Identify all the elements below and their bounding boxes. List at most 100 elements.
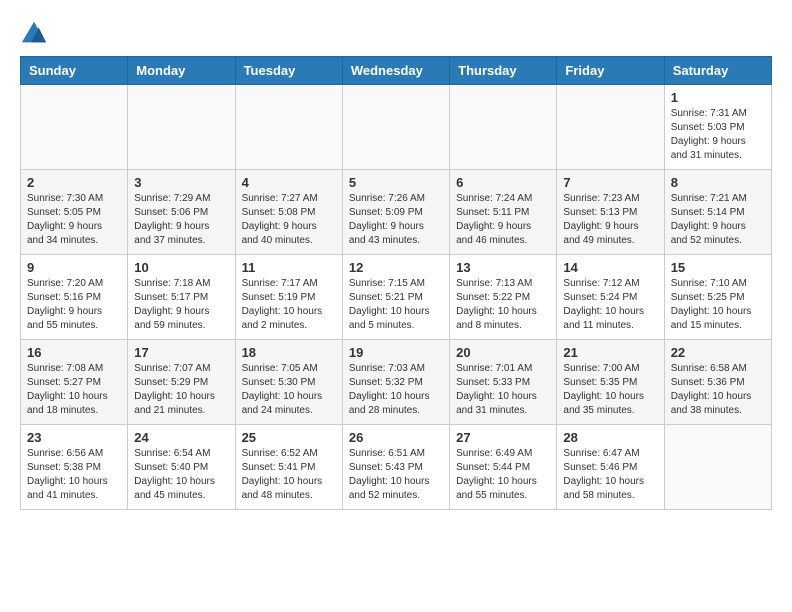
- logo-icon: [20, 20, 48, 48]
- day-info: Sunrise: 7:21 AM Sunset: 5:14 PM Dayligh…: [671, 192, 765, 248]
- day-info: Sunrise: 7:08 AM Sunset: 5:27 PM Dayligh…: [27, 362, 121, 418]
- day-cell: 20 Sunrise: 7:01 AM Sunset: 5:33 PM Dayli…: [450, 340, 557, 425]
- day-cell: 4 Sunrise: 7:27 AM Sunset: 5:08 PM Daylig…: [235, 170, 342, 255]
- day-info: Sunrise: 7:00 AM Sunset: 5:35 PM Dayligh…: [563, 362, 657, 418]
- week-row-4: 16 Sunrise: 7:08 AM Sunset: 5:27 PM Dayli…: [21, 340, 772, 425]
- day-number: 23: [27, 430, 121, 445]
- day-cell: 10 Sunrise: 7:18 AM Sunset: 5:17 PM Dayli…: [128, 255, 235, 340]
- day-info: Sunrise: 6:47 AM Sunset: 5:46 PM Dayligh…: [563, 447, 657, 503]
- day-info: Sunrise: 7:17 AM Sunset: 5:19 PM Dayligh…: [242, 277, 336, 333]
- day-cell: 17 Sunrise: 7:07 AM Sunset: 5:29 PM Dayli…: [128, 340, 235, 425]
- day-cell: 13 Sunrise: 7:13 AM Sunset: 5:22 PM Dayli…: [450, 255, 557, 340]
- day-number: 26: [349, 430, 443, 445]
- calendar: SundayMondayTuesdayWednesdayThursdayFrid…: [20, 56, 772, 510]
- day-info: Sunrise: 6:56 AM Sunset: 5:38 PM Dayligh…: [27, 447, 121, 503]
- day-info: Sunrise: 6:52 AM Sunset: 5:41 PM Dayligh…: [242, 447, 336, 503]
- day-info: Sunrise: 7:30 AM Sunset: 5:05 PM Dayligh…: [27, 192, 121, 248]
- day-number: 9: [27, 260, 121, 275]
- day-info: Sunrise: 6:58 AM Sunset: 5:36 PM Dayligh…: [671, 362, 765, 418]
- day-info: Sunrise: 7:31 AM Sunset: 5:03 PM Dayligh…: [671, 107, 765, 163]
- day-number: 16: [27, 345, 121, 360]
- day-cell: [450, 85, 557, 170]
- day-info: Sunrise: 7:20 AM Sunset: 5:16 PM Dayligh…: [27, 277, 121, 333]
- header: [20, 20, 772, 48]
- day-cell: 9 Sunrise: 7:20 AM Sunset: 5:16 PM Daylig…: [21, 255, 128, 340]
- day-cell: 23 Sunrise: 6:56 AM Sunset: 5:38 PM Dayli…: [21, 425, 128, 510]
- day-cell: 28 Sunrise: 6:47 AM Sunset: 5:46 PM Dayli…: [557, 425, 664, 510]
- weekday-header-saturday: Saturday: [664, 57, 771, 85]
- day-cell: 27 Sunrise: 6:49 AM Sunset: 5:44 PM Dayli…: [450, 425, 557, 510]
- day-cell: 15 Sunrise: 7:10 AM Sunset: 5:25 PM Dayli…: [664, 255, 771, 340]
- day-cell: [342, 85, 449, 170]
- day-cell: [21, 85, 128, 170]
- day-number: 3: [134, 175, 228, 190]
- day-info: Sunrise: 7:10 AM Sunset: 5:25 PM Dayligh…: [671, 277, 765, 333]
- day-number: 21: [563, 345, 657, 360]
- day-cell: 3 Sunrise: 7:29 AM Sunset: 5:06 PM Daylig…: [128, 170, 235, 255]
- weekday-header-wednesday: Wednesday: [342, 57, 449, 85]
- day-number: 10: [134, 260, 228, 275]
- day-number: 1: [671, 90, 765, 105]
- day-cell: 12 Sunrise: 7:15 AM Sunset: 5:21 PM Dayli…: [342, 255, 449, 340]
- week-row-1: 1 Sunrise: 7:31 AM Sunset: 5:03 PM Daylig…: [21, 85, 772, 170]
- day-cell: 11 Sunrise: 7:17 AM Sunset: 5:19 PM Dayli…: [235, 255, 342, 340]
- day-cell: 25 Sunrise: 6:52 AM Sunset: 5:41 PM Dayli…: [235, 425, 342, 510]
- day-number: 13: [456, 260, 550, 275]
- day-number: 22: [671, 345, 765, 360]
- day-info: Sunrise: 7:07 AM Sunset: 5:29 PM Dayligh…: [134, 362, 228, 418]
- day-number: 12: [349, 260, 443, 275]
- day-cell: 26 Sunrise: 6:51 AM Sunset: 5:43 PM Dayli…: [342, 425, 449, 510]
- day-cell: 5 Sunrise: 7:26 AM Sunset: 5:09 PM Daylig…: [342, 170, 449, 255]
- day-number: 2: [27, 175, 121, 190]
- day-info: Sunrise: 7:12 AM Sunset: 5:24 PM Dayligh…: [563, 277, 657, 333]
- day-info: Sunrise: 7:26 AM Sunset: 5:09 PM Dayligh…: [349, 192, 443, 248]
- day-number: 25: [242, 430, 336, 445]
- day-cell: 19 Sunrise: 7:03 AM Sunset: 5:32 PM Dayli…: [342, 340, 449, 425]
- day-info: Sunrise: 7:18 AM Sunset: 5:17 PM Dayligh…: [134, 277, 228, 333]
- day-cell: [557, 85, 664, 170]
- week-row-3: 9 Sunrise: 7:20 AM Sunset: 5:16 PM Daylig…: [21, 255, 772, 340]
- logo: [20, 20, 52, 48]
- day-cell: [664, 425, 771, 510]
- day-number: 17: [134, 345, 228, 360]
- day-number: 4: [242, 175, 336, 190]
- day-number: 11: [242, 260, 336, 275]
- day-number: 28: [563, 430, 657, 445]
- day-info: Sunrise: 7:29 AM Sunset: 5:06 PM Dayligh…: [134, 192, 228, 248]
- day-info: Sunrise: 6:49 AM Sunset: 5:44 PM Dayligh…: [456, 447, 550, 503]
- day-number: 8: [671, 175, 765, 190]
- day-info: Sunrise: 7:03 AM Sunset: 5:32 PM Dayligh…: [349, 362, 443, 418]
- day-info: Sunrise: 7:15 AM Sunset: 5:21 PM Dayligh…: [349, 277, 443, 333]
- day-number: 27: [456, 430, 550, 445]
- day-info: Sunrise: 7:01 AM Sunset: 5:33 PM Dayligh…: [456, 362, 550, 418]
- day-info: Sunrise: 7:13 AM Sunset: 5:22 PM Dayligh…: [456, 277, 550, 333]
- day-cell: [128, 85, 235, 170]
- day-cell: 6Sunrise: 7:24 AM Sunset: 5:11 PM Daylig…: [450, 170, 557, 255]
- weekday-header-monday: Monday: [128, 57, 235, 85]
- day-number: 18: [242, 345, 336, 360]
- day-number: 7: [563, 175, 657, 190]
- day-cell: 14 Sunrise: 7:12 AM Sunset: 5:24 PM Dayli…: [557, 255, 664, 340]
- day-cell: 21 Sunrise: 7:00 AM Sunset: 5:35 PM Dayli…: [557, 340, 664, 425]
- week-row-5: 23 Sunrise: 6:56 AM Sunset: 5:38 PM Dayli…: [21, 425, 772, 510]
- day-info: Sunrise: 7:23 AM Sunset: 5:13 PM Dayligh…: [563, 192, 657, 248]
- day-cell: 1 Sunrise: 7:31 AM Sunset: 5:03 PM Daylig…: [664, 85, 771, 170]
- day-number: 24: [134, 430, 228, 445]
- day-info: Sunrise: 7:27 AM Sunset: 5:08 PM Dayligh…: [242, 192, 336, 248]
- day-number: 19: [349, 345, 443, 360]
- day-cell: 24 Sunrise: 6:54 AM Sunset: 5:40 PM Dayli…: [128, 425, 235, 510]
- day-number: 5: [349, 175, 443, 190]
- day-cell: [235, 85, 342, 170]
- weekday-header-sunday: Sunday: [21, 57, 128, 85]
- day-info: Sunrise: 6:51 AM Sunset: 5:43 PM Dayligh…: [349, 447, 443, 503]
- weekday-header-friday: Friday: [557, 57, 664, 85]
- day-number: 15: [671, 260, 765, 275]
- day-number: 14: [563, 260, 657, 275]
- day-info: Sunrise: 6:54 AM Sunset: 5:40 PM Dayligh…: [134, 447, 228, 503]
- weekday-header-row: SundayMondayTuesdayWednesdayThursdayFrid…: [21, 57, 772, 85]
- day-cell: 22 Sunrise: 6:58 AM Sunset: 5:36 PM Dayli…: [664, 340, 771, 425]
- day-number: 6: [456, 175, 550, 190]
- day-cell: 18Sunrise: 7:05 AM Sunset: 5:30 PM Dayli…: [235, 340, 342, 425]
- day-number: 20: [456, 345, 550, 360]
- day-cell: 16 Sunrise: 7:08 AM Sunset: 5:27 PM Dayli…: [21, 340, 128, 425]
